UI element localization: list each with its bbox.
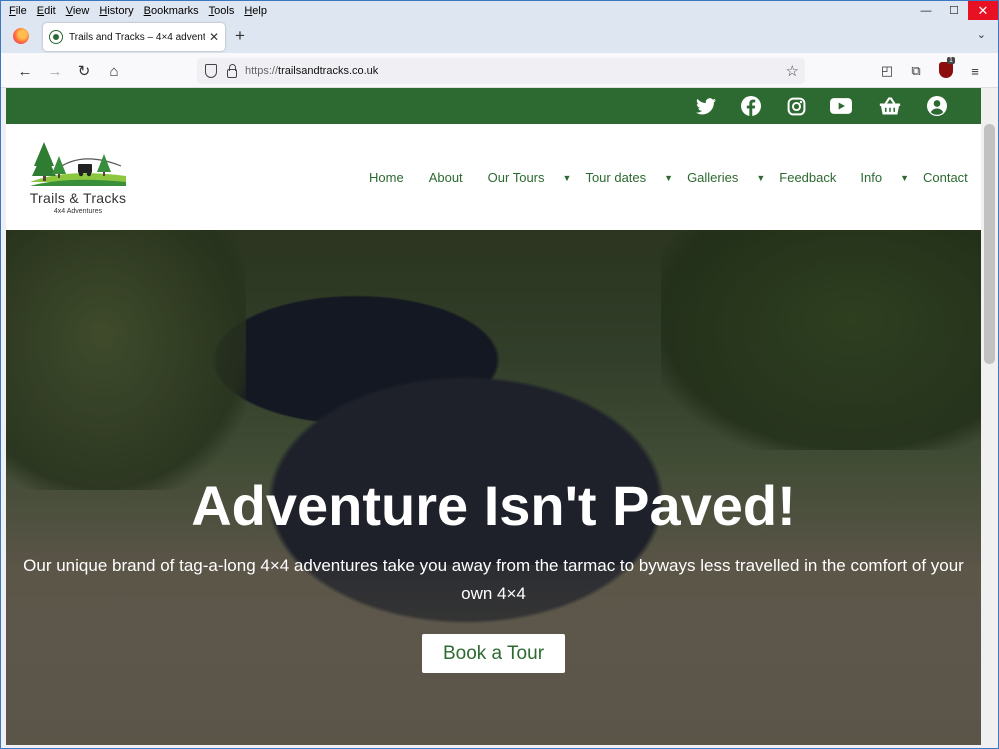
main-navigation: Home About Our Tours ▼ Tour dates ▼ Galler…: [369, 170, 968, 185]
site-favicon-icon: [49, 30, 63, 44]
hero-banner: Adventure Isn't Paved! Our unique brand …: [6, 230, 981, 745]
site-header: Trails & Tracks 4x4 Adventures Home Abou…: [6, 124, 981, 230]
menu-history[interactable]: History: [94, 5, 138, 17]
scrollbar-thumb[interactable]: [984, 124, 995, 364]
nav-tour-dates-label: Tour dates: [585, 170, 647, 185]
menu-view[interactable]: View: [61, 5, 95, 17]
chevron-down-icon[interactable]: ▼: [900, 173, 909, 183]
minimize-button[interactable]: —: [912, 1, 940, 20]
twitter-icon[interactable]: [695, 95, 717, 117]
nav-galleries[interactable]: Galleries ▼: [687, 170, 765, 185]
url-host: trailsandtracks.co.uk: [278, 65, 379, 77]
nav-about[interactable]: About: [429, 170, 463, 185]
site-logo[interactable]: Trails & Tracks 4x4 Adventures: [26, 136, 130, 216]
tab-trails-and-tracks[interactable]: Trails and Tracks – 4×4 adventures ✕: [43, 23, 225, 51]
url-text[interactable]: https://trailsandtracks.co.uk: [245, 65, 378, 77]
nav-contact[interactable]: Contact: [923, 170, 968, 185]
menu-tools[interactable]: Tools: [204, 5, 240, 17]
basket-icon[interactable]: [879, 95, 901, 117]
nav-feedback[interactable]: Feedback: [779, 170, 836, 185]
chevron-down-icon[interactable]: ▼: [563, 173, 572, 183]
nav-info[interactable]: Info ▼: [860, 170, 909, 185]
pocket-icon[interactable]: ◰: [878, 62, 896, 80]
hero-title: Adventure Isn't Paved!: [191, 474, 796, 537]
facebook-icon[interactable]: [740, 95, 762, 117]
page-scrollbar[interactable]: [981, 88, 998, 745]
ublock-extension-icon[interactable]: 1: [939, 57, 955, 78]
menu-edit[interactable]: Edit: [32, 5, 61, 17]
page-viewport: Trails & Tracks 4x4 Adventures Home Abou…: [6, 88, 981, 745]
account-icon[interactable]: [926, 95, 948, 117]
menu-bookmarks[interactable]: Bookmarks: [139, 5, 204, 17]
nav-our-tours[interactable]: Our Tours ▼: [488, 170, 572, 185]
book-a-tour-button[interactable]: Book a Tour: [422, 634, 565, 673]
nav-home-label: Home: [369, 170, 404, 185]
menu-file[interactable]: File: [1, 5, 32, 17]
extensions-icon[interactable]: ⧉: [907, 62, 925, 80]
list-tabs-chevron-icon[interactable]: ⌄: [977, 28, 986, 41]
menu-help[interactable]: Help: [239, 5, 272, 17]
hero-description: Our unique brand of tag-a-long 4×4 adven…: [23, 556, 964, 603]
logo-text: Trails & Tracks: [29, 190, 127, 206]
chevron-down-icon[interactable]: ▼: [664, 173, 673, 183]
logo-graphic: [30, 142, 126, 186]
close-window-button[interactable]: ✕: [968, 1, 998, 20]
logo-subtitle: 4x4 Adventures: [53, 208, 103, 215]
menu-bar: File Edit View History Bookmarks Tools H…: [1, 1, 998, 20]
reload-button[interactable]: ↻: [74, 61, 94, 81]
nav-contact-label: Contact: [922, 170, 968, 185]
maximize-button[interactable]: ☐: [940, 1, 968, 20]
extension-badge-count: 1: [947, 57, 955, 64]
lock-icon[interactable]: [227, 63, 237, 78]
forward-button[interactable]: →: [45, 61, 65, 81]
address-bar[interactable]: https://trailsandtracks.co.uk ☆: [197, 58, 805, 84]
chevron-down-icon[interactable]: ▼: [756, 173, 765, 183]
tab-close-icon[interactable]: ✕: [209, 30, 219, 44]
url-scheme: https://: [245, 65, 279, 77]
home-button[interactable]: ⌂: [104, 61, 124, 81]
tab-strip: Trails and Tracks – 4×4 adventures ✕ + ⌄: [1, 20, 998, 53]
back-button[interactable]: ←: [15, 61, 35, 81]
tracking-protection-shield-icon[interactable]: [205, 64, 217, 78]
nav-feedback-label: Feedback: [779, 170, 837, 185]
firefox-icon[interactable]: [13, 28, 29, 44]
youtube-icon[interactable]: [830, 95, 852, 117]
nav-galleries-label: Galleries: [687, 170, 739, 185]
social-bar: [6, 88, 981, 124]
hamburger-menu-icon[interactable]: ≡: [966, 62, 984, 80]
nav-about-label: About: [428, 170, 463, 185]
browser-window: File Edit View History Bookmarks Tools H…: [0, 0, 999, 749]
nav-tour-dates[interactable]: Tour dates ▼: [585, 170, 673, 185]
navigation-toolbar: ← → ↻ ⌂ https://trailsandtracks.co.uk ☆ …: [1, 53, 998, 88]
nav-home[interactable]: Home: [369, 170, 404, 185]
nav-our-tours-label: Our Tours: [487, 170, 545, 185]
new-tab-button[interactable]: +: [235, 26, 245, 46]
bookmark-star-icon[interactable]: ☆: [786, 62, 799, 80]
tab-title: Trails and Tracks – 4×4 adventures: [69, 31, 205, 43]
instagram-icon[interactable]: [785, 95, 807, 117]
nav-info-label: Info: [860, 170, 883, 185]
